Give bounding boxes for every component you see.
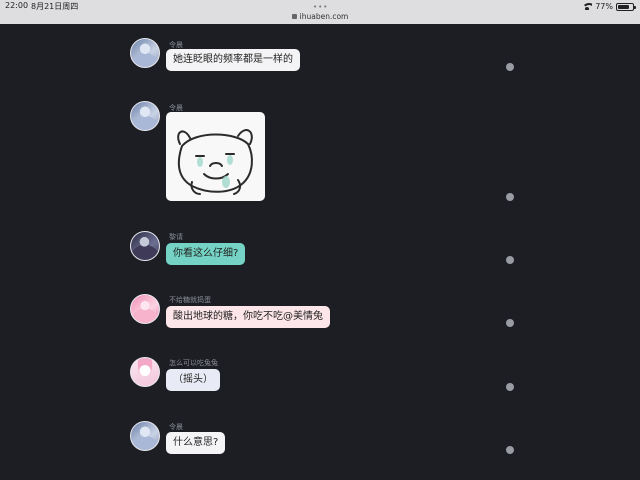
message-bubble[interactable]: 她连眨眼的频率都是一样的	[166, 49, 300, 71]
battery-fill	[618, 4, 629, 9]
status-date: 8月21日周四	[31, 2, 79, 11]
read-status-dot	[506, 383, 514, 391]
message-bubble[interactable]: 什么意思?	[166, 432, 226, 454]
lingjin-avatar[interactable]	[130, 38, 160, 68]
address-bar[interactable]: ihuaben.com	[0, 12, 640, 21]
read-status-dot	[506, 256, 514, 264]
sender-name: 不给糖就捣蛋	[169, 296, 211, 304]
sender-name: 令晨	[169, 423, 183, 431]
tab-dots-icon[interactable]: •••	[313, 4, 328, 11]
battery-percent: 77%	[595, 2, 613, 11]
status-right: 77%	[582, 2, 636, 11]
message-bubble[interactable]: 你看这么仔细?	[166, 243, 246, 265]
status-time: 22:00	[5, 1, 29, 10]
read-status-dot	[506, 193, 514, 201]
url-text: ihuaben.com	[299, 12, 349, 21]
lock-icon	[291, 14, 297, 19]
read-status-dot	[506, 446, 514, 454]
status-bar: 22:00 8月21日周四 ••• ihuaben.com 77%	[0, 0, 640, 24]
pink-girl-avatar[interactable]	[130, 294, 160, 324]
lingjin-avatar[interactable]	[130, 101, 160, 131]
read-status-dot	[506, 319, 514, 327]
message-bubble[interactable]: （摇头）	[166, 369, 220, 391]
liqing-avatar[interactable]	[130, 231, 160, 261]
bear-sticker[interactable]	[166, 112, 265, 201]
read-status-dot	[506, 63, 514, 71]
sender-name: 怎么可以吃兔兔	[169, 359, 218, 367]
sender-name: 黎请	[169, 233, 183, 241]
wifi-icon	[582, 3, 593, 10]
bear-sticker-icon	[177, 129, 253, 195]
message-bubble[interactable]: 酸出地球的糖，你吃不吃@美情兔	[166, 306, 330, 328]
battery-icon	[616, 2, 636, 11]
lingjin-avatar[interactable]	[130, 421, 160, 451]
rabbit-avatar[interactable]	[130, 357, 160, 387]
